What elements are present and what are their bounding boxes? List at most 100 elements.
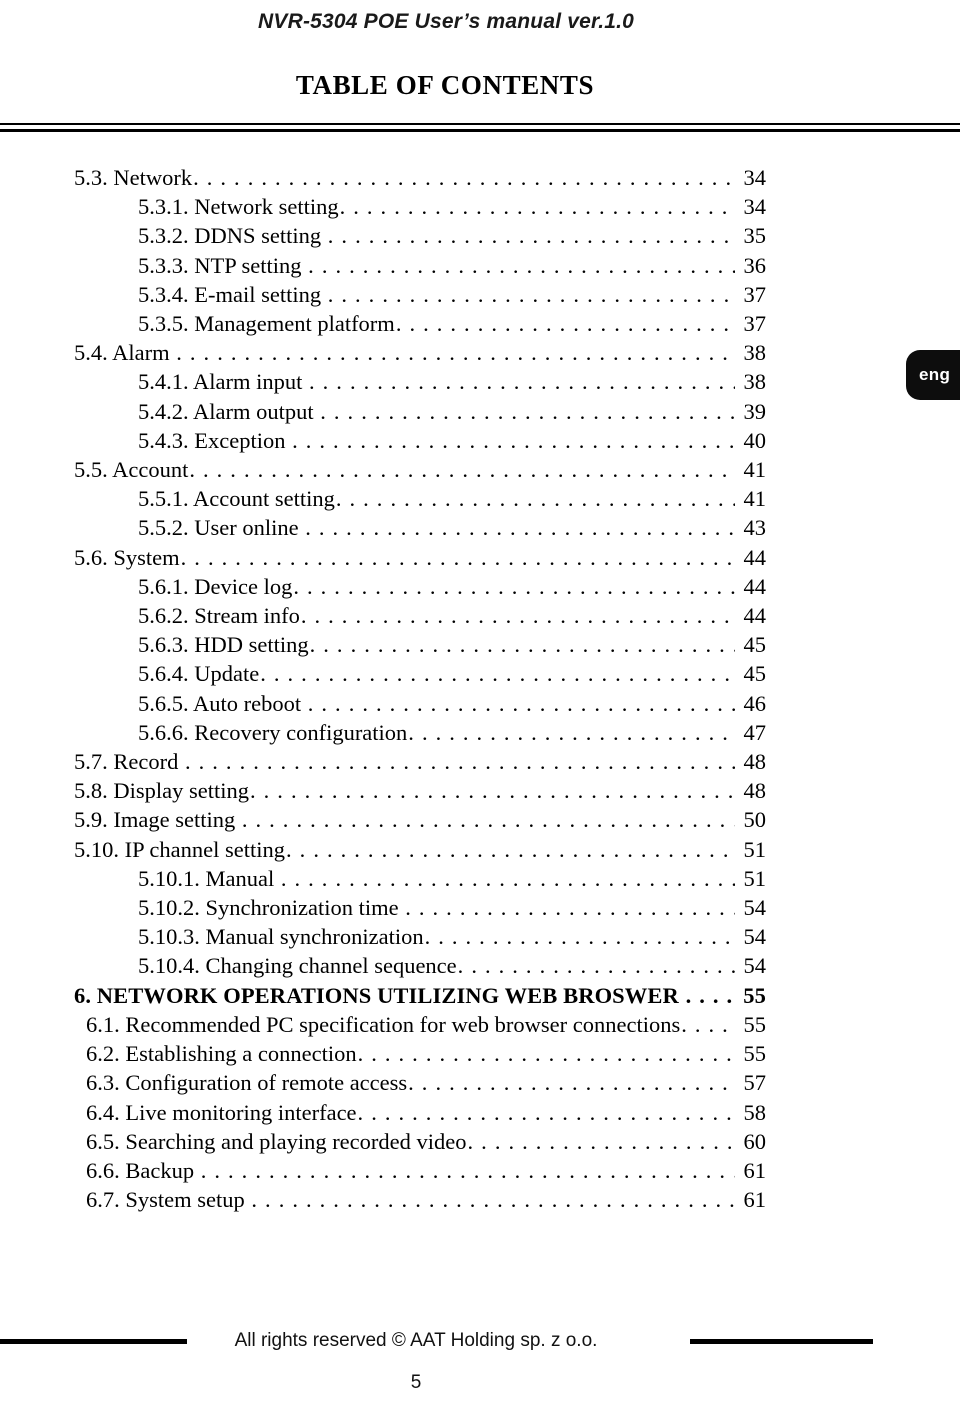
toc-entry[interactable]: 5.5.2. User online. . . . . . . . . . . …	[74, 513, 766, 542]
toc-entry-page-number: 55	[743, 1041, 767, 1067]
toc-entry-label: 5.6. System	[74, 544, 180, 570]
toc-entry[interactable]: 5.6.4. Update. . . . . . . . . . . . . .…	[74, 659, 766, 688]
toc-entry-label: 5.3. Network	[74, 165, 193, 190]
toc-entry-page-number: 44	[743, 544, 767, 570]
toc-entry[interactable]: 5.4.2. Alarm output. . . . . . . . . . .…	[74, 397, 766, 426]
toc-leader-dots: . . . . . . . . . . . . . . . . . . . . …	[260, 661, 735, 687]
toc-leader-dots: . . . . . . . . . . . . . . . . . . . . …	[395, 311, 735, 337]
toc-entry[interactable]: 5.3.4. E-mail setting. . . . . . . . . .…	[74, 280, 766, 309]
toc-entry-label: 5.9. Image setting	[74, 807, 236, 833]
toc-entry-label: 6.2. Establishing a connection	[86, 1041, 357, 1067]
page-title: TABLE OF CONTENTS	[295, 70, 595, 100]
toc-entry-page-number: 38	[743, 369, 767, 395]
footer-copyright: All rights reserved © AAT Holding sp. z …	[234, 1330, 598, 1351]
toc-entry[interactable]: 6.4. Live monitoring interface. . . . . …	[74, 1098, 766, 1127]
toc-entry[interactable]: 5.10.4. Changing channel sequence. . . .…	[74, 951, 766, 980]
toc-entry-page-number: 37	[743, 281, 767, 307]
toc-entry-label: 5.6.2. Stream info	[138, 603, 300, 629]
toc-leader-dots: . . . . . . . . . . . . . . . . . . . . …	[193, 165, 735, 190]
toc-entry[interactable]: 6.6. Backup. . . . . . . . . . . . . . .…	[74, 1156, 766, 1185]
toc-entry[interactable]: 5.4.3. Exception. . . . . . . . . . . . …	[74, 426, 766, 455]
toc-entry[interactable]: 5.3.1. Network setting. . . . . . . . . …	[74, 192, 766, 221]
toc-entry[interactable]: 5.3.2. DDNS setting. . . . . . . . . . .…	[74, 221, 766, 250]
toc-entry-page-number: 54	[743, 953, 767, 979]
toc-entry[interactable]: 5.6.6. Recovery configuration. . . . . .…	[74, 718, 766, 747]
toc-leader-dots: . . . . . . . . . . . . . . . . . . . . …	[408, 719, 735, 745]
toc-entry-label: 5.4. Alarm	[74, 340, 170, 366]
toc-entry-label: 5.10.2. Synchronization time	[138, 895, 399, 921]
toc-leader-dots: . . . . . . . . . . . . . . . . . . . . …	[292, 427, 735, 453]
toc-entry[interactable]: 5.5. Account. . . . . . . . . . . . . . …	[74, 455, 766, 484]
toc-entry[interactable]: 5.9. Image setting. . . . . . . . . . . …	[74, 805, 766, 834]
toc-leader-dots: . . . . . . . . . . . . . . . . . . . . …	[307, 690, 735, 716]
title-divider-line-top	[0, 123, 960, 125]
toc-entry[interactable]: 5.5.1. Account setting. . . . . . . . . …	[74, 484, 766, 513]
toc-entry-label: 5.3.2. DDNS setting	[138, 223, 322, 249]
toc-entry-page-number: 45	[743, 632, 767, 658]
toc-entry-page-number: 44	[743, 603, 767, 629]
toc-entry[interactable]: 5.10.2. Synchronization time. . . . . . …	[74, 893, 766, 922]
toc-entry-page-number: 54	[743, 895, 767, 921]
toc-entry-label: 5.5.2. User online	[138, 515, 299, 541]
toc-entry[interactable]: 6.1. Recommended PC specification for we…	[74, 1010, 766, 1039]
toc-entry-page-number: 55	[743, 1011, 767, 1037]
toc-leader-dots: . . . . . . . . . . . . . . . . . . . . …	[681, 1011, 735, 1037]
toc-entry[interactable]: 6.7. System setup. . . . . . . . . . . .…	[74, 1185, 766, 1214]
toc-entry-label: 5.5.1. Account setting	[138, 486, 335, 512]
toc-entry[interactable]: 5.7. Record. . . . . . . . . . . . . . .…	[74, 747, 766, 776]
toc-leader-dots: . . . . . . . . . . . . . . . . . . . . …	[327, 223, 735, 249]
toc-entry[interactable]: 6. NETWORK OPERATIONS UTILIZING WEB BROS…	[74, 981, 766, 1010]
toc-entry[interactable]: 5.3.3. NTP setting. . . . . . . . . . . …	[74, 251, 766, 280]
toc-entry[interactable]: 5.10. IP channel setting. . . . . . . . …	[74, 835, 766, 864]
toc-entry[interactable]: 5.6.2. Stream info. . . . . . . . . . . …	[74, 601, 766, 630]
toc-entry[interactable]: 5.6.5. Auto reboot. . . . . . . . . . . …	[74, 689, 766, 718]
running-header-title: NVR-5304 POE User’s manual ver.1.0	[258, 10, 635, 33]
toc-entry[interactable]: 5.3. Network. . . . . . . . . . . . . . …	[74, 163, 766, 192]
toc-entry-label: 5.4.3. Exception	[138, 427, 286, 453]
toc-entry-label: 5.3.1. Network setting	[138, 194, 339, 220]
toc-entry-label: 5.5. Account	[74, 457, 189, 483]
toc-entry[interactable]: 5.3.5. Management platform. . . . . . . …	[74, 309, 766, 338]
toc-entry[interactable]: 5.10.1. Manual. . . . . . . . . . . . . …	[74, 864, 766, 893]
toc-entry-page-number: 34	[743, 194, 767, 220]
toc-entry-label: 5.6.3. HDD setting	[138, 632, 309, 658]
toc-leader-dots: . . . . . . . . . . . . . . . . . . . . …	[327, 281, 735, 307]
toc-entry[interactable]: 5.4.1. Alarm input. . . . . . . . . . . …	[74, 367, 766, 396]
toc-entry-label: 5.10.1. Manual	[138, 865, 275, 891]
toc-entry[interactable]: 5.6.3. HDD setting. . . . . . . . . . . …	[74, 630, 766, 659]
toc-entry-page-number: 35	[743, 223, 767, 249]
toc-entry-page-number: 38	[743, 340, 767, 366]
language-badge: eng	[906, 350, 960, 400]
document-page: NVR-5304 POE User’s manual ver.1.0 TABLE…	[0, 0, 960, 1405]
toc-entry[interactable]: 6.5. Searching and playing recorded vide…	[74, 1127, 766, 1156]
toc-entry-page-number: 48	[743, 778, 767, 804]
toc-entry-page-number: 54	[743, 924, 767, 950]
toc-leader-dots: . . . . . . . . . . . . . . . . . . . . …	[286, 836, 735, 862]
toc-entry-label: 5.4.2. Alarm output	[138, 398, 314, 424]
toc-entry-label: 5.3.4. E-mail setting	[138, 281, 322, 307]
toc-entry-label: 5.6.1. Device log	[138, 573, 293, 599]
toc-leader-dots: . . . . . . . . . . . . . . . . . . . . …	[184, 749, 735, 775]
toc-entry[interactable]: 5.10.3. Manual synchronization. . . . . …	[74, 922, 766, 951]
toc-leader-dots: . . . . . . . . . . . . . . . . . . . . …	[200, 1157, 735, 1183]
toc-entry[interactable]: 5.6. System. . . . . . . . . . . . . . .…	[74, 543, 766, 572]
toc-entry-page-number: 61	[743, 1157, 767, 1183]
toc-leader-dots: . . . . . . . . . . . . . . . . . . . . …	[241, 807, 735, 833]
toc-leader-dots: . . . . . . . . . . . . . . . . . . . . …	[180, 544, 735, 570]
toc-entry-page-number: 50	[743, 807, 767, 833]
toc-entry-page-number: 44	[743, 573, 767, 599]
toc-leader-dots: . . . . . . . . . . . . . . . . . . . . …	[308, 252, 735, 278]
toc-entry[interactable]: 5.4. Alarm. . . . . . . . . . . . . . . …	[74, 338, 766, 367]
toc-entry-page-number: 51	[743, 865, 767, 891]
toc-entry-label: 6.3. Configuration of remote access	[86, 1070, 408, 1096]
toc-entry[interactable]: 5.6.1. Device log. . . . . . . . . . . .…	[74, 572, 766, 601]
toc-entry-label: 5.7. Record	[74, 749, 179, 775]
toc-leader-dots: . . . . . . . . . . . . . . . . . . . . …	[408, 1070, 735, 1096]
toc-entry-page-number: 57	[743, 1070, 767, 1096]
toc-leader-dots: . . . . . . . . . . . . . . . . . . . . …	[357, 1099, 735, 1125]
toc-entry[interactable]: 5.8. Display setting. . . . . . . . . . …	[74, 776, 766, 805]
toc-leader-dots: . . . . . . . . . . . . . . . . . . . . …	[339, 194, 735, 220]
toc-entry[interactable]: 6.3. Configuration of remote access. . .…	[74, 1068, 766, 1097]
toc-entry[interactable]: 6.2. Establishing a connection. . . . . …	[74, 1039, 766, 1068]
toc-entry-label: 5.10.4. Changing channel sequence	[138, 953, 457, 979]
